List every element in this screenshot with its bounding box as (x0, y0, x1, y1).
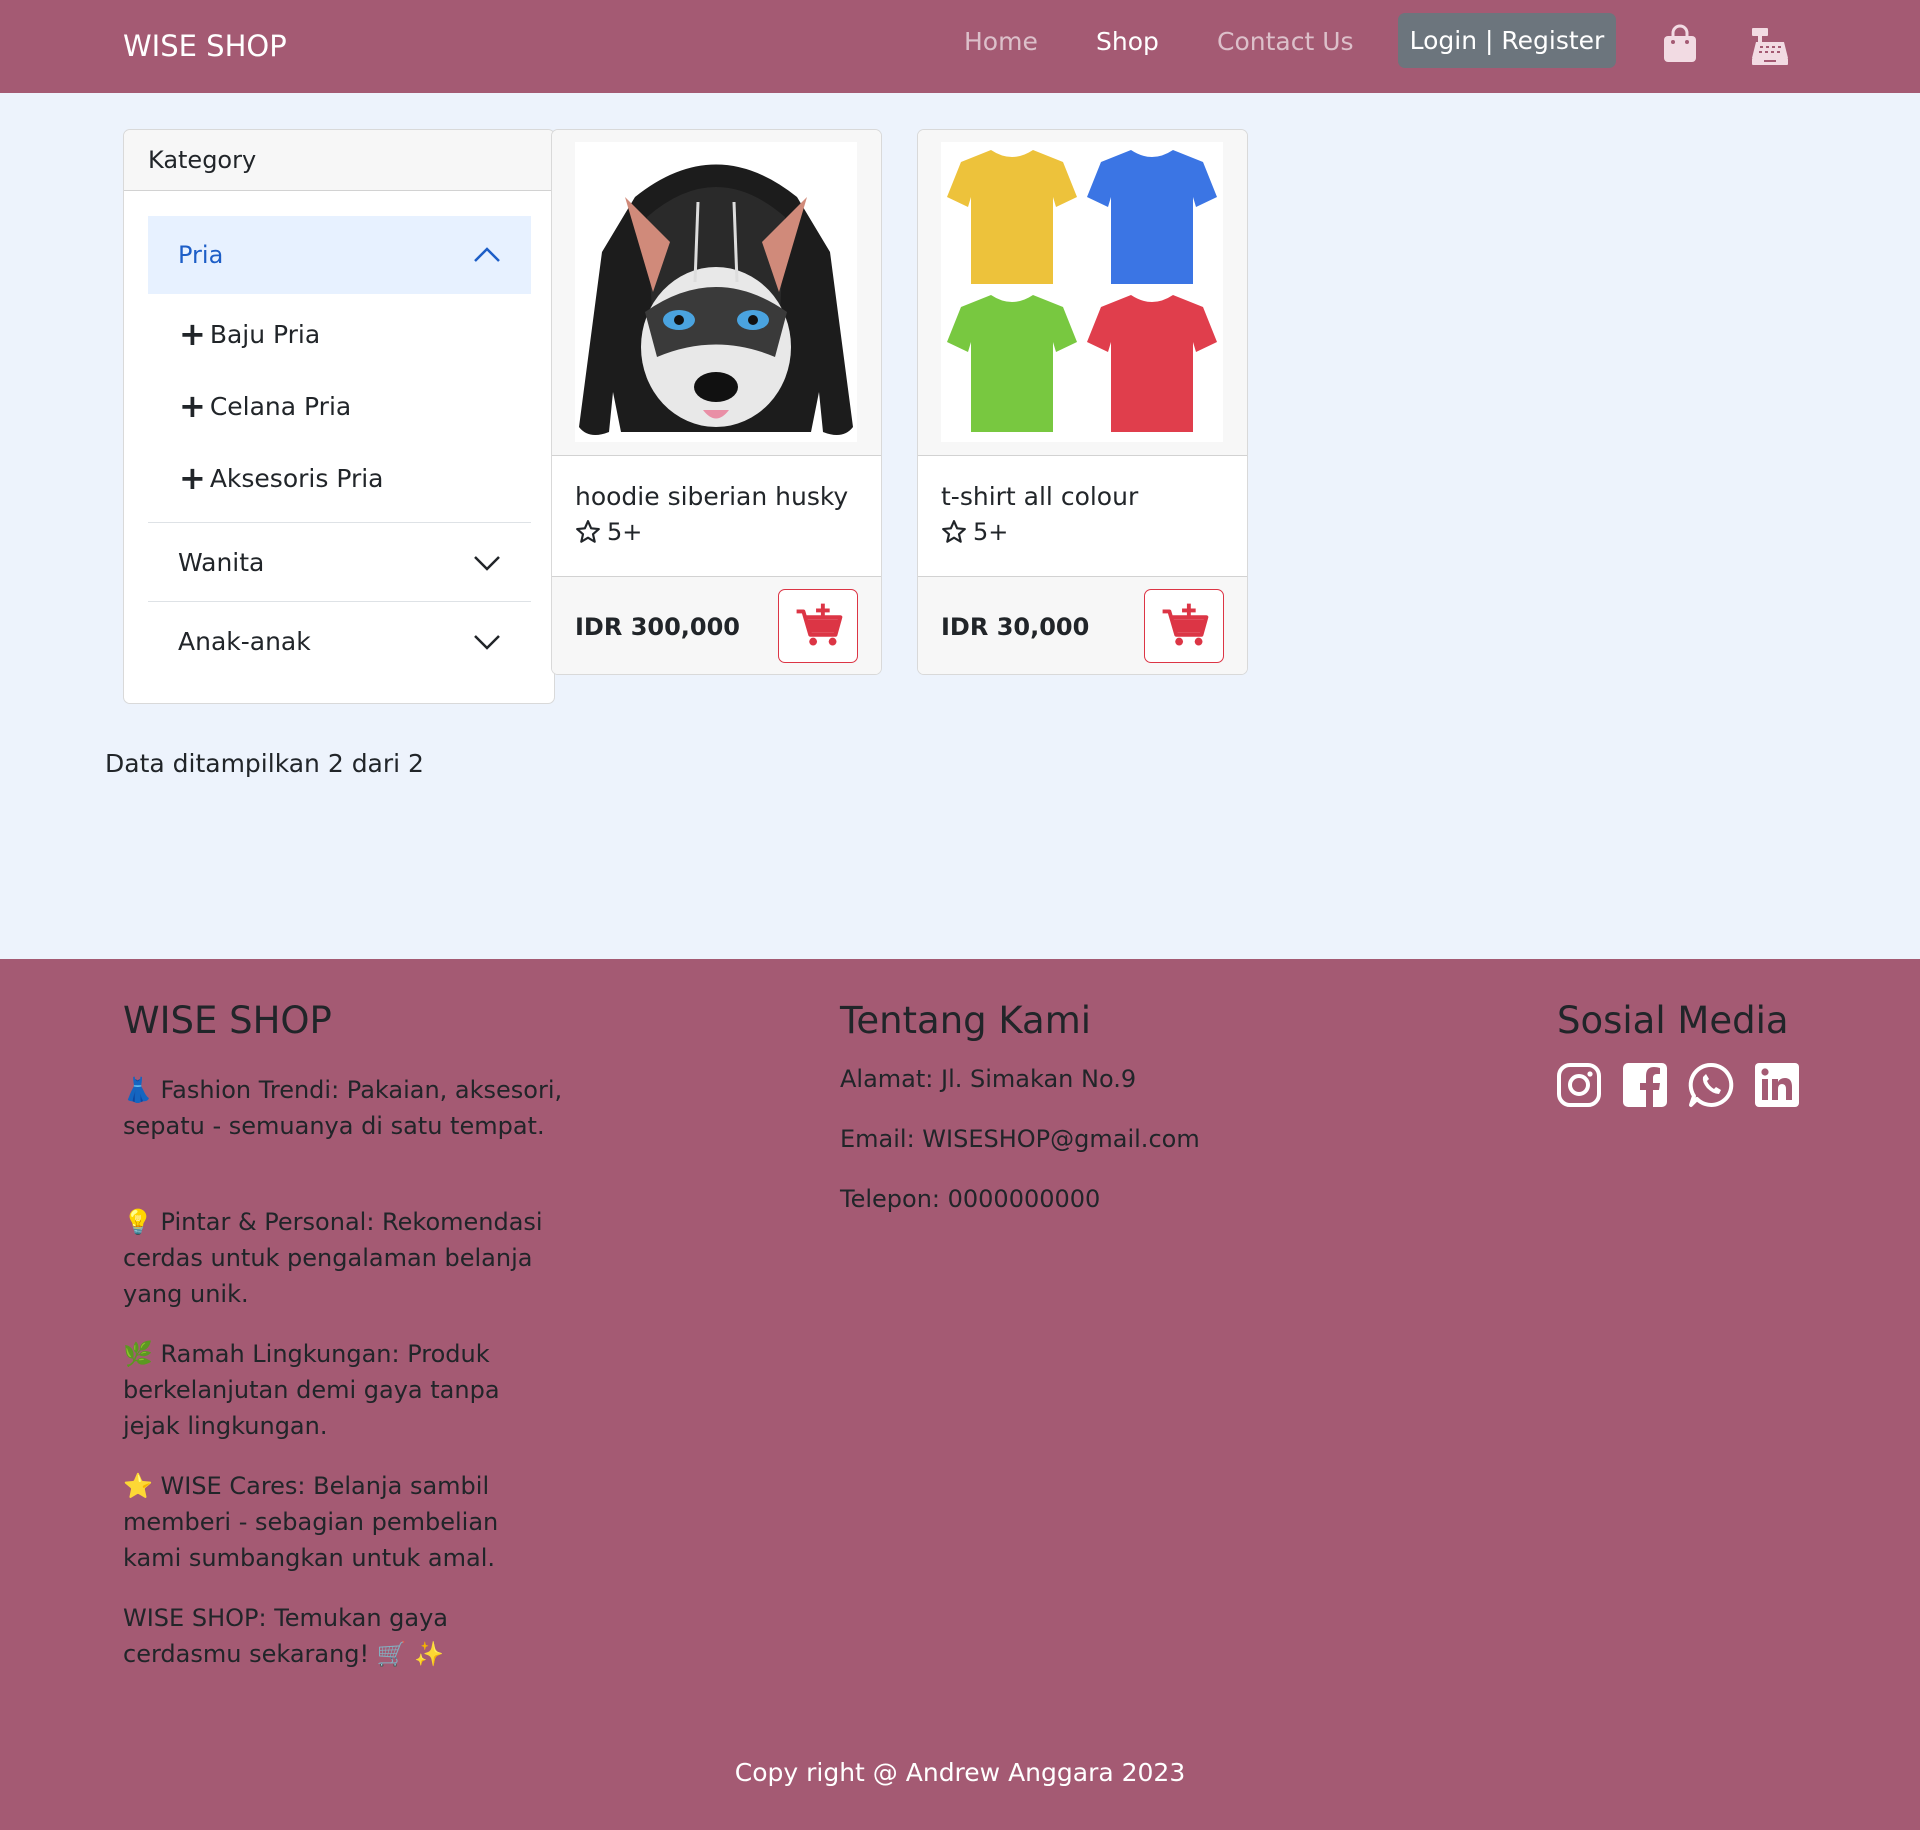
add-to-cart-button[interactable] (778, 589, 858, 663)
category-item-baju-pria[interactable]: + Baju Pria (179, 317, 320, 352)
pagination-info: Data ditampilkan 2 dari 2 (105, 749, 424, 778)
accordion-wanita[interactable]: Wanita (148, 522, 531, 601)
footer-about-paragraph: 🌿 Ramah Lingkungan: Produk berkelanjutan… (123, 1340, 500, 1440)
footer-brand-title: WISE SHOP (123, 999, 332, 1042)
shopping-bag-icon[interactable] (1660, 23, 1700, 63)
footer-about-paragraph: 👗 Fashion Trendi: Pakaian, aksesori, sep… (123, 1076, 563, 1140)
brand-logo[interactable]: WISE SHOP (123, 27, 287, 65)
footer-about-paragraph: ⭐ WISE Cares: Belanja sambil memberi - s… (123, 1472, 499, 1572)
plus-icon: + (179, 459, 206, 497)
navbar: WISE SHOP Home Shop Contact Us Login | R… (0, 0, 1920, 93)
plus-icon: + (179, 387, 206, 425)
category-item-aksesoris-pria[interactable]: + Aksesoris Pria (179, 461, 384, 496)
footer-address: Alamat: Jl. Simakan No.9 (840, 1065, 1137, 1093)
chevron-down-icon (474, 635, 500, 650)
accordion-anak-anak[interactable]: Anak-anak (148, 601, 531, 680)
facebook-icon[interactable] (1622, 1062, 1668, 1108)
nav-contact-us[interactable]: Contact Us (1217, 24, 1354, 60)
cash-register-icon[interactable] (1750, 26, 1790, 66)
product-price: IDR 30,000 (941, 613, 1090, 641)
accordion-wanita-label: Wanita (178, 548, 265, 577)
nav-home[interactable]: Home (964, 24, 1038, 60)
accordion-pria[interactable]: Pria (148, 216, 531, 294)
chevron-down-icon (474, 556, 500, 571)
linkedin-icon[interactable] (1754, 1062, 1800, 1108)
footer-email[interactable]: Email: WISESHOP@gmail.com (840, 1121, 1200, 1157)
star-icon (942, 520, 966, 543)
cart-plus-icon (796, 603, 843, 646)
product-title[interactable]: hoodie siberian husky (575, 479, 858, 515)
nav-shop[interactable]: Shop (1096, 24, 1159, 60)
cart-plus-icon (1162, 603, 1209, 646)
copyright: Copy right @ Andrew Anggara 2023 (734, 1758, 1186, 1787)
star-icon (576, 520, 600, 543)
accordion-pria-label: Pria (178, 241, 224, 269)
login-register-button[interactable]: Login | Register (1398, 13, 1616, 68)
product-card[interactable]: hoodie siberian husky 5+ IDR 300,000 (551, 129, 882, 675)
product-rating: 5+ (575, 515, 858, 549)
tshirt-colours-image[interactable] (941, 142, 1223, 442)
footer-about-title: Tentang Kami (840, 999, 1092, 1042)
product-price: IDR 300,000 (575, 613, 740, 641)
footer-social-title: Sosial Media (1557, 999, 1789, 1042)
accordion-anak-anak-label: Anak-anak (178, 627, 311, 656)
add-to-cart-button[interactable] (1144, 589, 1224, 663)
footer-phone: Telepon: 0000000000 (840, 1185, 1101, 1213)
whatsapp-icon[interactable] (1688, 1062, 1734, 1108)
product-title[interactable]: t-shirt all colour (941, 479, 1224, 515)
hoodie-husky-image[interactable] (575, 142, 857, 442)
category-item-celana-pria[interactable]: + Celana Pria (179, 389, 351, 424)
chevron-up-icon (474, 247, 500, 262)
category-sidebar: Kategory Pria + Baju Pria + Celana Pria + A… (123, 129, 555, 704)
category-header: Kategory (124, 130, 554, 191)
product-rating: 5+ (941, 515, 1224, 549)
instagram-icon[interactable] (1556, 1062, 1602, 1108)
plus-icon: + (179, 315, 206, 353)
product-card[interactable]: t-shirt all colour 5+ IDR 30,000 (917, 129, 1248, 675)
footer-about-paragraph: 💡 Pintar & Personal: Rekomendasi cerdas … (123, 1208, 543, 1308)
footer-about-paragraph: WISE SHOP: Temukan gaya cerdasmu sekaran… (123, 1604, 449, 1668)
